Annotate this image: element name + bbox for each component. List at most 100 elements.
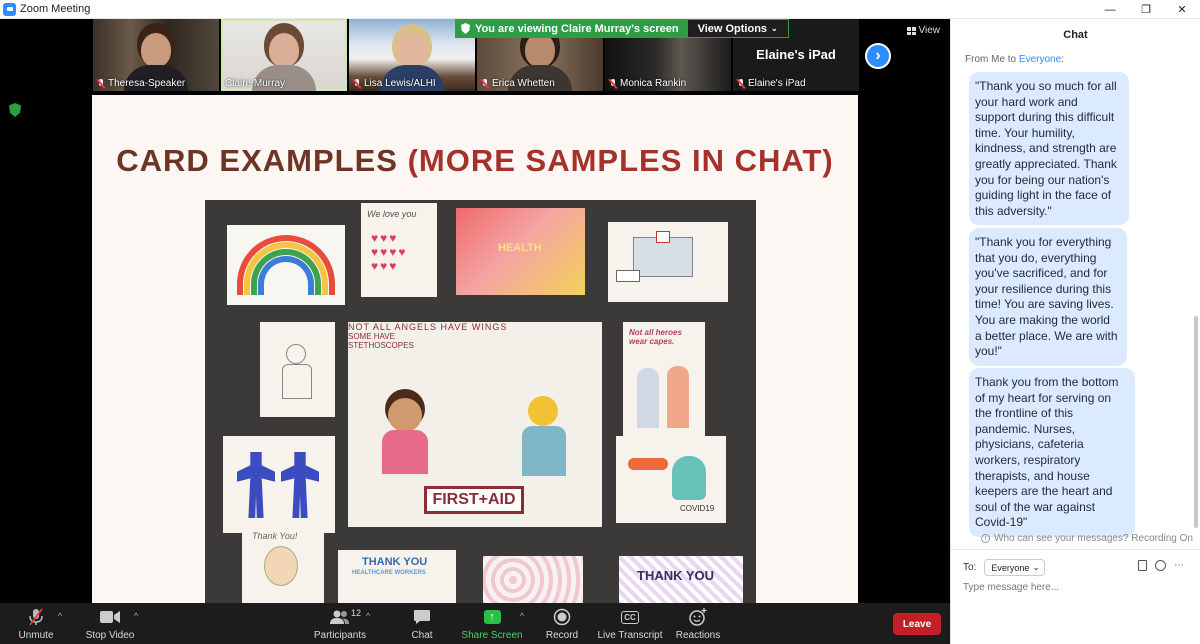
record-icon <box>551 607 573 627</box>
participant-tile[interactable]: Claire Murray <box>221 19 347 91</box>
chat-scrollbar[interactable] <box>1194 316 1198 528</box>
card-heroes-text: Not all heroes wear capes. <box>629 328 682 346</box>
meeting-toolbar: Unmute ^ Stop Video ^ 12 Participants ^ … <box>0 603 950 644</box>
minimize-button[interactable]: — <box>1092 0 1128 19</box>
share-status: You are viewing Claire Murray's screen <box>455 19 687 38</box>
share-screen-icon-wrap: ↑ <box>481 607 503 627</box>
card-covid: COVID19 <box>616 436 726 523</box>
card-health-text: HEALTH <box>498 242 542 254</box>
cc-icon-text: CC <box>621 610 639 624</box>
chat-to-label: To: <box>963 562 977 573</box>
window-controls: — ❐ ✕ <box>1092 0 1200 19</box>
chat-message-input[interactable] <box>963 582 1183 593</box>
card-thank-you: THANK YOU HEALTHCARE WORKERS <box>338 550 456 603</box>
share-screen-button[interactable]: ↑ Share Screen <box>461 603 523 644</box>
close-window-button[interactable]: ✕ <box>1164 0 1200 19</box>
reactions-button[interactable]: Reactions <box>675 603 721 644</box>
participants-button[interactable]: 12 Participants <box>314 603 366 644</box>
card-mandala-text: THANK YOU <box>637 568 715 583</box>
more-options-icon[interactable]: ⋯ <box>1174 560 1184 571</box>
share-screen-label: Share Screen <box>461 630 523 641</box>
participant-tile[interactable]: Theresa-Speaker <box>93 19 219 91</box>
card-photo: We love you ♥♥♥ ♥♥♥♥ ♥♥♥ HEALTH NOT ALL AN… <box>205 200 756 603</box>
live-transcript-button[interactable]: CC Live Transcript <box>597 603 663 644</box>
shared-screen-slide: CARD EXAMPLES (MORE SAMPLES IN CHAT) We … <box>92 95 858 603</box>
chat-label: Chat <box>411 630 433 641</box>
zoom-logo-icon <box>3 2 16 16</box>
card-nurse: Thank You! <box>242 526 324 603</box>
chat-privacy-text: Who can see your messages? Recording On <box>994 533 1193 544</box>
card-mandala: THANK YOU <box>619 556 743 603</box>
card-some-have-text: SOME HAVE <box>348 332 395 341</box>
participants-count: 12 <box>351 608 362 618</box>
card-paper-people <box>223 436 335 533</box>
chat-privacy-notice[interactable]: i Who can see your messages? Recording O… <box>981 533 1193 544</box>
participants-caret-icon[interactable]: ^ <box>366 611 370 621</box>
participant-name: Monica Rankin <box>609 78 686 89</box>
chevron-right-icon: › <box>875 47 881 64</box>
chat-button[interactable]: Chat <box>408 603 436 644</box>
participant-name: Lisa Lewis/ALHI <box>353 78 436 89</box>
card-rainbow <box>227 225 345 305</box>
card-nurse-text: Thank You! <box>252 531 298 541</box>
video-options-caret-icon[interactable]: ^ <box>134 611 138 621</box>
mic-muted-icon <box>97 78 105 89</box>
maximize-button[interactable]: ❐ <box>1128 0 1164 19</box>
stop-video-label: Stop Video <box>85 630 135 641</box>
slide-title: CARD EXAMPLES (MORE SAMPLES IN CHAT) <box>92 143 858 179</box>
reactions-smiley-icon <box>687 607 709 627</box>
share-status-text: You are viewing Claire Murray's screen <box>475 22 679 35</box>
view-options-button[interactable]: View Options ⌄ <box>686 19 789 38</box>
reactions-label: Reactions <box>675 630 721 641</box>
mic-muted-icon <box>737 78 745 89</box>
closed-captions-icon: CC <box>619 607 641 627</box>
share-options-caret-icon[interactable]: ^ <box>520 611 524 621</box>
card-health: HEALTH <box>456 208 585 295</box>
view-layout-button[interactable]: View <box>906 25 940 36</box>
shield-icon <box>461 23 470 34</box>
card-nurse-sketch <box>260 322 335 417</box>
chat-recipient-link[interactable]: Everyone <box>1019 54 1061 65</box>
share-screen-icon: ↑ <box>483 610 501 624</box>
participants-icon: 12 <box>329 607 361 627</box>
slide-title-accent: (MORE SAMPLES IN CHAT) <box>407 143 834 178</box>
leave-button[interactable]: Leave <box>893 613 941 635</box>
chat-recipient-select[interactable]: Everyone ⌄ <box>984 559 1045 576</box>
participants-label: Participants <box>313 630 367 641</box>
security-shield-icon <box>9 103 21 117</box>
file-icon[interactable] <box>1138 560 1147 571</box>
unmute-button[interactable]: Unmute <box>14 603 58 644</box>
card-healthcare-workers-text: HEALTHCARE WORKERS <box>352 570 426 576</box>
chat-recipient-value: Everyone <box>991 562 1030 573</box>
next-page-button[interactable]: › <box>865 43 891 69</box>
chat-sender-line: From Me to Everyone: <box>965 54 1064 65</box>
participant-name: Claire Murray <box>225 78 286 89</box>
card-angels-text: NOT ALL ANGELS HAVE WINGS <box>348 322 508 332</box>
window-titlebar: Zoom Meeting — ❐ ✕ <box>0 0 1200 19</box>
card-hearts-text: We love you <box>367 209 417 219</box>
chevron-down-icon: ⌄ <box>1032 562 1040 572</box>
mic-muted-icon <box>609 78 617 89</box>
chat-recipient-row: To: Everyone ⌄ <box>963 559 1045 576</box>
mic-muted-icon <box>353 78 361 89</box>
audio-options-caret-icon[interactable]: ^ <box>58 611 62 621</box>
info-icon: i <box>981 534 990 543</box>
card-covid-text: COVID19 <box>680 504 715 513</box>
chat-message: "Thank you for everything that you do, e… <box>969 228 1127 366</box>
chat-bubble-icon <box>411 607 433 627</box>
live-transcript-label: Live Transcript <box>597 630 663 641</box>
chat-panel: Chat From Me to Everyone: "Thank you so … <box>950 19 1200 644</box>
grid-view-icon <box>906 26 916 35</box>
card-hearts: We love you ♥♥♥ ♥♥♥♥ ♥♥♥ <box>361 203 437 297</box>
card-first-aid-text: FIRST+AID <box>432 491 516 508</box>
card-stethoscopes-text: STETHOSCOPES <box>348 341 414 350</box>
record-button[interactable]: Record <box>545 603 579 644</box>
emoji-icon[interactable] <box>1155 560 1166 571</box>
window-title: Zoom Meeting <box>20 3 91 15</box>
video-camera-icon <box>99 607 121 627</box>
card-angels: NOT ALL ANGELS HAVE WINGS SOME HAVE STET… <box>348 322 602 527</box>
chat-from-prefix: From Me to <box>965 54 1019 65</box>
stop-video-button[interactable]: Stop Video <box>84 603 136 644</box>
chat-header: Chat <box>1063 29 1088 41</box>
unmute-label: Unmute <box>18 630 54 641</box>
